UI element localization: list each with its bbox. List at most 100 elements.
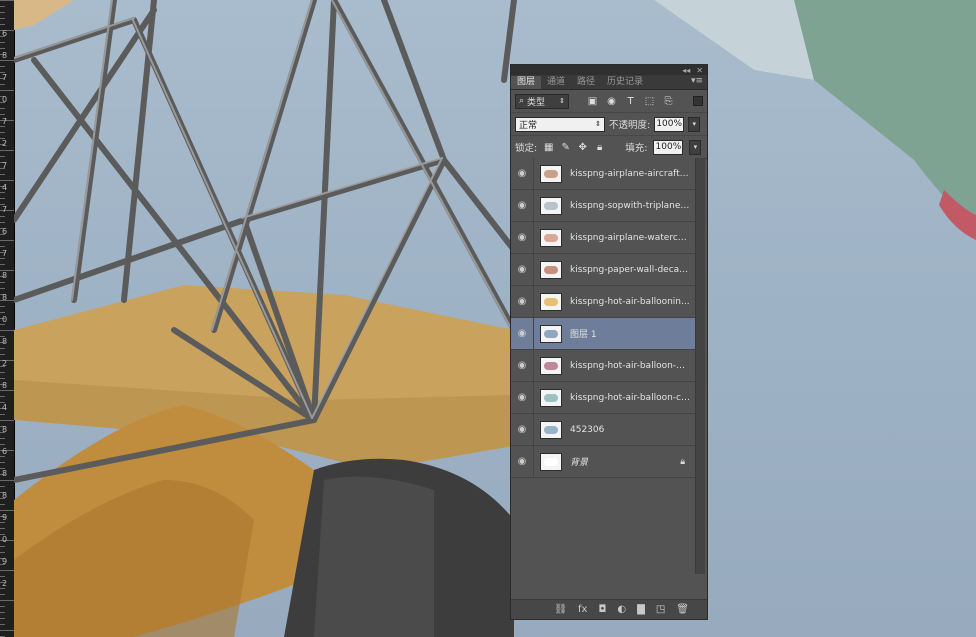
tab-history[interactable]: 历史记录 bbox=[601, 76, 649, 89]
vertical-ruler[interactable]: 6 8 7 0 7 2 7 4 7 6 7 8 8 0 8 2 8 4 8 6 8 8 9 0 9 2 bbox=[0, 0, 15, 637]
ruler-tick bbox=[0, 354, 5, 355]
layer-thumbnail[interactable] bbox=[540, 164, 562, 183]
ruler-tick bbox=[0, 438, 5, 439]
layer-name[interactable]: 452306 bbox=[570, 425, 690, 435]
ruler-tick bbox=[0, 324, 5, 325]
new-layer-icon[interactable]: ◳ bbox=[656, 604, 665, 615]
ruler-tick bbox=[0, 528, 5, 529]
ruler-tick bbox=[0, 192, 5, 193]
layer-filter-row: ⌕ 类型 ⇕ ▣ ◉ T ⬚ ⎘ bbox=[511, 90, 707, 113]
ruler-tick bbox=[0, 420, 14, 421]
ruler-tick bbox=[0, 618, 5, 619]
layer-name[interactable]: kisspng-paper-wall-decal... bbox=[570, 265, 690, 275]
layer-row[interactable]: ◉ kisspng-hot-air-balloonin... bbox=[511, 286, 695, 318]
ruler-number: 8 bbox=[2, 491, 8, 500]
tab-paths[interactable]: 路径 bbox=[571, 76, 601, 89]
tab-layers[interactable]: 图层 bbox=[511, 76, 542, 89]
fx-icon[interactable]: fx bbox=[578, 604, 587, 615]
lock-transparent-pixels-icon[interactable]: ▦ bbox=[543, 142, 554, 153]
visibility-eye-icon[interactable]: ◉ bbox=[511, 360, 533, 371]
chevron-down-icon: ⇕ bbox=[595, 120, 601, 128]
link-layers-icon[interactable]: ⛓ bbox=[554, 604, 567, 615]
layer-thumbnail[interactable] bbox=[540, 356, 562, 375]
visibility-eye-icon[interactable]: ◉ bbox=[511, 424, 533, 435]
layer-name[interactable]: kisspng-sopwith-triplane-... bbox=[570, 201, 690, 211]
fill-label: 填充: bbox=[625, 143, 648, 154]
layer-row[interactable]: ◉ 图层 1 bbox=[511, 318, 695, 350]
ruler-number: 6 bbox=[2, 447, 8, 456]
lock-label: 锁定: bbox=[515, 143, 538, 154]
layer-thumbnail[interactable] bbox=[540, 420, 562, 439]
lock-all-icon[interactable]: 🔒︎ bbox=[594, 142, 605, 153]
fill-dropdown-icon[interactable]: ▾ bbox=[689, 139, 702, 155]
divider bbox=[533, 190, 534, 221]
visibility-eye-icon[interactable]: ◉ bbox=[511, 456, 533, 467]
visibility-eye-icon[interactable]: ◉ bbox=[511, 232, 533, 243]
panel-menu-icon[interactable]: ▾≡ bbox=[691, 76, 703, 86]
opacity-dropdown-icon[interactable]: ▾ bbox=[688, 116, 701, 132]
layer-list-scrollbar[interactable] bbox=[695, 158, 705, 574]
ruler-tick bbox=[0, 480, 14, 481]
tab-channels[interactable]: 通道 bbox=[541, 76, 571, 89]
filter-kind-select[interactable]: ⌕ 类型 ⇕ bbox=[515, 93, 569, 109]
adjustment-filter-icon[interactable]: ◉ bbox=[606, 96, 617, 107]
ruler-tick bbox=[0, 174, 5, 175]
ruler-tick bbox=[0, 612, 5, 613]
layer-name[interactable]: kisspng-hot-air-balloon-ca... bbox=[570, 393, 690, 403]
visibility-eye-icon[interactable]: ◉ bbox=[511, 328, 533, 339]
layer-thumbnail[interactable] bbox=[540, 388, 562, 407]
layer-name[interactable]: kisspng-hot-air-balloonin... bbox=[570, 297, 690, 307]
ruler-number: 4 bbox=[2, 403, 8, 412]
ruler-tick bbox=[0, 222, 5, 223]
layer-thumbnail[interactable] bbox=[540, 228, 562, 247]
layer-row[interactable]: ◉ kisspng-hot-air-balloon-bl... bbox=[511, 350, 695, 382]
opacity-field[interactable]: 100% bbox=[654, 116, 685, 132]
new-group-icon[interactable]: ▇ bbox=[637, 604, 645, 615]
smart-object-filter-icon[interactable]: ⎘ bbox=[663, 96, 674, 107]
filter-toggle-switch[interactable] bbox=[693, 96, 703, 106]
thumbnail-content bbox=[544, 265, 558, 274]
lock-image-pixels-icon[interactable]: ✎ bbox=[560, 142, 571, 153]
layer-thumbnail[interactable] bbox=[540, 196, 562, 215]
delete-layer-icon[interactable]: 🗑 bbox=[676, 604, 689, 615]
visibility-eye-icon[interactable]: ◉ bbox=[511, 264, 533, 275]
opacity-label: 不透明度: bbox=[609, 120, 651, 131]
add-mask-icon[interactable]: ◘ bbox=[598, 604, 606, 615]
layer-name[interactable]: 背景 bbox=[570, 455, 690, 468]
ruler-tick bbox=[0, 600, 14, 601]
layer-thumbnail[interactable] bbox=[540, 324, 562, 343]
visibility-eye-icon[interactable]: ◉ bbox=[511, 392, 533, 403]
layer-thumbnail[interactable] bbox=[540, 452, 562, 471]
collapse-panel-icon[interactable]: ◂◂ bbox=[682, 66, 690, 75]
layer-thumbnail[interactable] bbox=[540, 292, 562, 311]
ruler-tick bbox=[0, 240, 14, 241]
layer-row[interactable]: ◉ 452306 bbox=[511, 414, 695, 446]
layer-row[interactable]: ◉ kisspng-paper-wall-decal... bbox=[511, 254, 695, 286]
layer-name[interactable]: kisspng-airplane-waterco... bbox=[570, 233, 690, 243]
layer-thumbnail[interactable] bbox=[540, 260, 562, 279]
layer-name[interactable]: kisspng-airplane-aircraft-... bbox=[570, 169, 690, 179]
layer-name[interactable]: 图层 1 bbox=[570, 327, 690, 340]
layer-row[interactable]: ◉ kisspng-airplane-waterco... bbox=[511, 222, 695, 254]
layer-row[interactable]: ◉ kisspng-airplane-aircraft-... bbox=[511, 158, 695, 190]
ruler-tick bbox=[0, 372, 5, 373]
close-panel-icon[interactable]: ✕ bbox=[696, 66, 703, 75]
fill-field[interactable]: 100% bbox=[653, 139, 684, 155]
image-filter-icon[interactable]: ▣ bbox=[587, 96, 598, 107]
ruler-number: 7 bbox=[2, 249, 8, 258]
text-filter-icon[interactable]: T bbox=[625, 96, 636, 107]
ruler-tick bbox=[0, 576, 5, 577]
ruler-tick bbox=[0, 6, 5, 7]
lock-position-icon[interactable]: ✥ bbox=[577, 142, 588, 153]
visibility-eye-icon[interactable]: ◉ bbox=[511, 168, 533, 179]
adjustment-layer-icon[interactable]: ◐ bbox=[617, 604, 626, 615]
layer-row[interactable]: ◉ kisspng-sopwith-triplane-... bbox=[511, 190, 695, 222]
shape-filter-icon[interactable]: ⬚ bbox=[644, 96, 655, 107]
layer-name[interactable]: kisspng-hot-air-balloon-bl... bbox=[570, 361, 690, 371]
layer-row[interactable]: ◉ 背景 🔒︎ bbox=[511, 446, 695, 478]
thumbnail-content bbox=[544, 233, 558, 242]
visibility-eye-icon[interactable]: ◉ bbox=[511, 296, 533, 307]
blend-mode-select[interactable]: 正常 ⇕ bbox=[515, 116, 605, 132]
layer-row[interactable]: ◉ kisspng-hot-air-balloon-ca... bbox=[511, 382, 695, 414]
visibility-eye-icon[interactable]: ◉ bbox=[511, 200, 533, 211]
